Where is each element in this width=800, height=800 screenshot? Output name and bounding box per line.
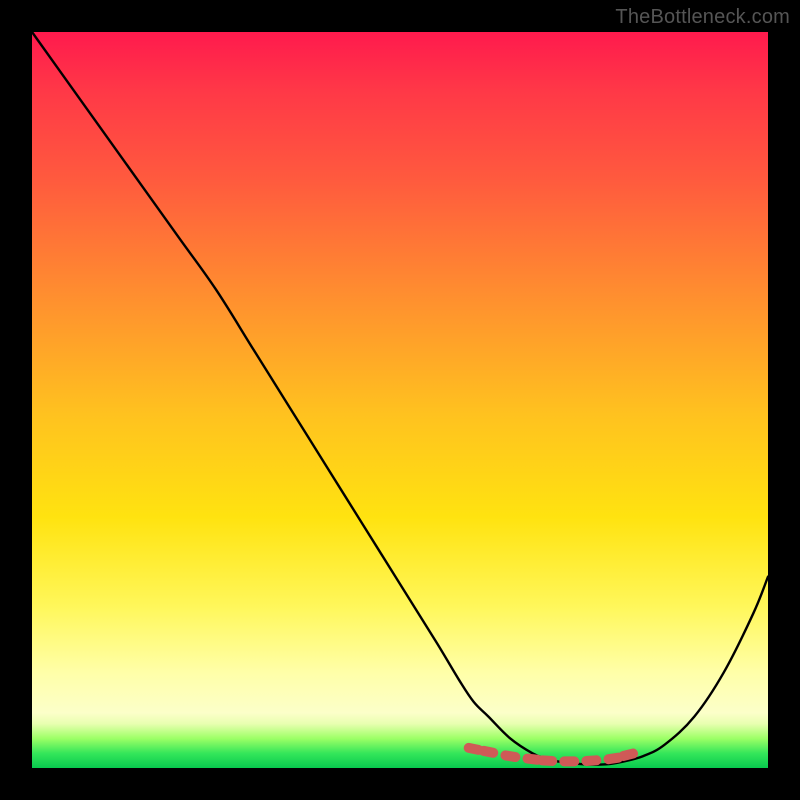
optimal-range-markers bbox=[463, 742, 639, 766]
optimal-marker bbox=[478, 745, 500, 759]
optimal-marker bbox=[617, 747, 639, 762]
chart-frame: TheBottleneck.com bbox=[0, 0, 800, 800]
optimal-marker bbox=[581, 755, 602, 766]
optimal-marker bbox=[537, 755, 558, 766]
optimal-marker bbox=[559, 756, 579, 766]
curve-layer bbox=[32, 32, 768, 768]
bottleneck-curve bbox=[32, 32, 768, 765]
optimal-marker bbox=[500, 750, 521, 763]
watermark-text: TheBottleneck.com bbox=[615, 6, 790, 29]
